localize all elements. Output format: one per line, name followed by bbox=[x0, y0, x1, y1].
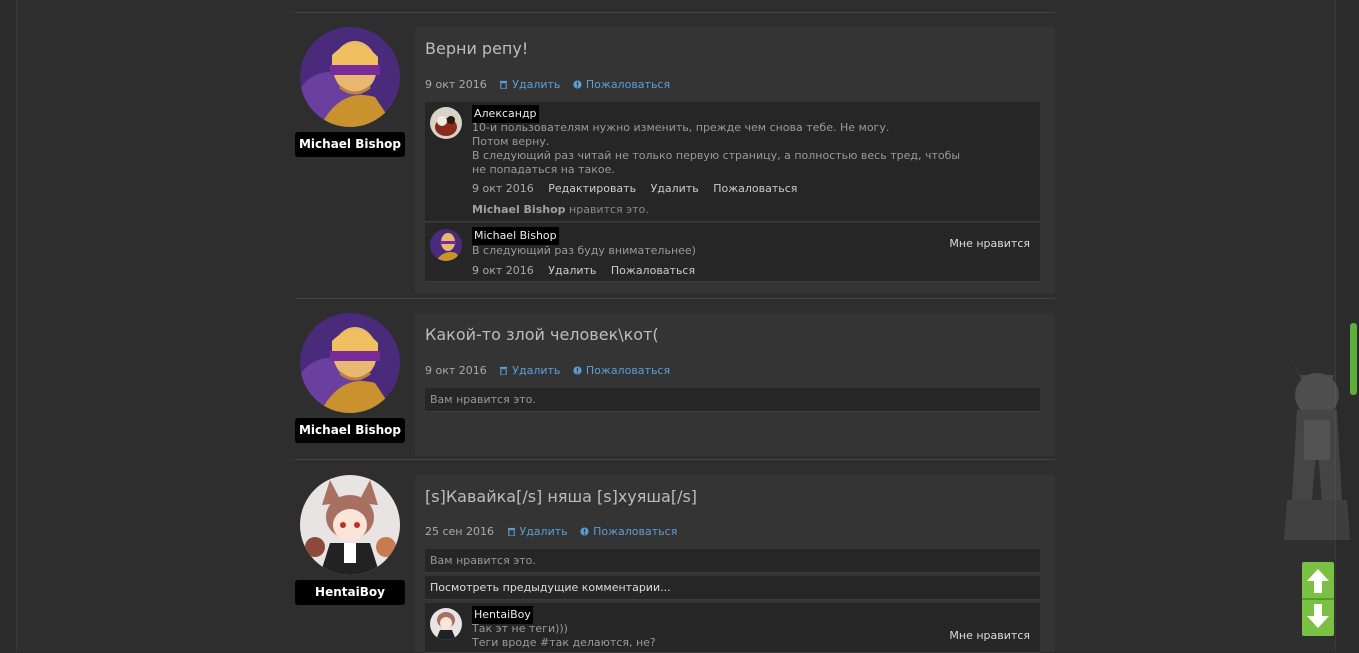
post-title: [s]Кавайка[/s] няша [s]хуяша[/s] bbox=[425, 487, 698, 506]
comment-actions: 9 окт 2016 Редактировать Удалить Пожалов… bbox=[472, 182, 808, 195]
delete-link[interactable]: Удалить bbox=[520, 525, 568, 538]
post-title: Какой-то злой человек\кот( bbox=[425, 325, 659, 344]
scrollbar-thumb[interactable] bbox=[1350, 323, 1357, 395]
liked-by-user[interactable]: Michael Bishop bbox=[472, 203, 566, 216]
comment-actions: 9 окт 2016 Удалить Пожаловаться bbox=[472, 264, 706, 277]
avatar[interactable] bbox=[300, 475, 400, 575]
avatar-image bbox=[430, 608, 462, 640]
comment: HentaiBoy Так эт не теги))) Теги вроде #… bbox=[425, 603, 1040, 653]
comment-line: 10-и пользователям нужно изменить, прежд… bbox=[472, 121, 890, 134]
avatar-image bbox=[300, 27, 400, 127]
delete-link[interactable]: Удалить bbox=[512, 78, 560, 91]
profile-post: Michael Bishop Какой-то злой человек\кот… bbox=[295, 313, 1055, 456]
avatar[interactable] bbox=[300, 313, 400, 413]
post-separator bbox=[295, 12, 1055, 13]
arrow-up-icon bbox=[1307, 569, 1329, 593]
avatar-image bbox=[430, 107, 462, 139]
profile-post: Michael Bishop Верни репу! 9 окт 2016 Уд… bbox=[295, 27, 1055, 294]
like-button[interactable]: Мне нравится bbox=[949, 237, 1030, 250]
post-date: 25 сен 2016 bbox=[425, 525, 494, 538]
comment-author[interactable]: Michael Bishop bbox=[472, 227, 559, 245]
report-link[interactable]: Пожаловаться bbox=[713, 182, 797, 195]
comment-date: 9 окт 2016 bbox=[472, 264, 534, 277]
arrow-down-icon bbox=[1307, 604, 1329, 628]
likes-suffix: нравится это. bbox=[569, 203, 649, 216]
edit-link[interactable]: Редактировать bbox=[548, 182, 636, 195]
comment-text: В следующий раз буду внимательнее) bbox=[472, 244, 696, 258]
report-link[interactable]: Пожаловаться bbox=[586, 78, 670, 91]
avatar-image bbox=[300, 475, 400, 575]
report-link[interactable]: Пожаловаться bbox=[586, 364, 670, 377]
alert-icon bbox=[580, 527, 589, 536]
divider bbox=[1302, 598, 1334, 600]
scroll-bottom-button[interactable] bbox=[1302, 601, 1334, 634]
post-title: Верни репу! bbox=[425, 39, 529, 58]
post-separator bbox=[295, 459, 1055, 460]
comment: Александр 10-и пользователям нужно измен… bbox=[425, 102, 1040, 222]
username-badge[interactable]: Michael Bishop bbox=[295, 132, 405, 157]
comment-avatar[interactable] bbox=[430, 608, 462, 640]
report-link[interactable]: Пожаловаться bbox=[611, 264, 695, 277]
message-box: Какой-то злой человек\кот( 9 окт 2016 Уд… bbox=[415, 313, 1055, 456]
comment-text: Так эт не теги))) Теги вроде #так делают… bbox=[472, 622, 656, 650]
comment-line: В следующий раз буду внимательнее) bbox=[472, 244, 696, 257]
like-button[interactable]: Мне нравится bbox=[949, 629, 1030, 642]
likes-summary: Вам нравится это. bbox=[425, 388, 1040, 412]
comment-line: В следующий раз читай не только первую с… bbox=[472, 149, 961, 162]
post-date: 9 окт 2016 bbox=[425, 364, 487, 377]
username-badge[interactable]: Michael Bishop bbox=[295, 418, 405, 443]
comment-text: 10-и пользователям нужно изменить, прежд… bbox=[472, 121, 960, 177]
comment: Michael Bishop В следующий раз буду вним… bbox=[425, 223, 1040, 282]
scroll-nav bbox=[1302, 562, 1334, 636]
alert-icon bbox=[573, 80, 582, 89]
profile-post: HentaiBoy [s]Кавайка[/s] няша [s]хуяша[/… bbox=[295, 475, 1055, 653]
post-date: 9 окт 2016 bbox=[425, 78, 487, 91]
delete-link[interactable]: Удалить bbox=[512, 364, 560, 377]
avatar[interactable] bbox=[300, 27, 400, 127]
comment-avatar[interactable] bbox=[430, 107, 462, 139]
comment-line: Так эт не теги))) bbox=[472, 622, 568, 635]
trash-icon bbox=[500, 366, 508, 375]
delete-link[interactable]: Удалить bbox=[651, 182, 699, 195]
comment-avatar[interactable] bbox=[430, 229, 462, 261]
comment-date: 9 окт 2016 bbox=[472, 182, 534, 195]
scroll-top-button[interactable] bbox=[1302, 566, 1334, 599]
avatar-image bbox=[430, 229, 462, 261]
comment-likes: Michael Bishop нравится это. bbox=[472, 203, 649, 216]
background-character-image bbox=[1284, 358, 1350, 540]
avatar-image bbox=[300, 313, 400, 413]
alert-icon bbox=[573, 366, 582, 375]
post-meta: 9 окт 2016 Удалить Пожаловаться bbox=[425, 78, 679, 91]
username-badge[interactable]: HentaiBoy bbox=[295, 580, 405, 605]
report-link[interactable]: Пожаловаться bbox=[593, 525, 677, 538]
likes-summary: Вам нравится это. bbox=[425, 549, 1040, 573]
comment-line: не попадаться на такое. bbox=[472, 163, 615, 176]
post-meta: 25 сен 2016 Удалить Пожаловаться bbox=[425, 525, 686, 538]
post-separator bbox=[295, 298, 1055, 299]
delete-link[interactable]: Удалить bbox=[548, 264, 596, 277]
trash-icon bbox=[500, 80, 508, 89]
comment-line: Теги вроде #так делаются, не? bbox=[472, 636, 656, 649]
comment-line: Потом верну. bbox=[472, 135, 550, 148]
post-meta: 9 окт 2016 Удалить Пожаловаться bbox=[425, 364, 679, 377]
message-box: Верни репу! 9 окт 2016 Удалить Пожаловат… bbox=[415, 27, 1055, 294]
message-box: [s]Кавайка[/s] няша [s]хуяша[/s] 25 сен … bbox=[415, 475, 1055, 653]
show-previous-comments[interactable]: Посмотреть предыдущие комментарии... bbox=[425, 576, 1040, 600]
trash-icon bbox=[507, 527, 515, 536]
